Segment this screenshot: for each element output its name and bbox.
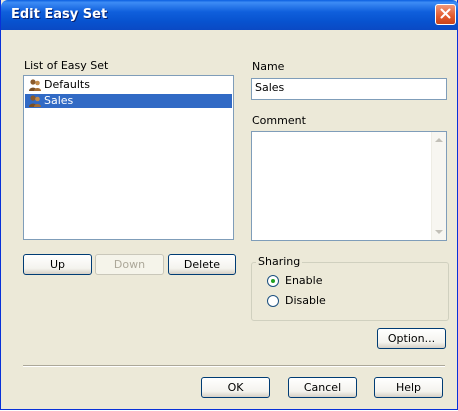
delete-button-label: Delete bbox=[183, 258, 221, 271]
disable-radio[interactable] bbox=[267, 295, 279, 307]
button-separator bbox=[23, 365, 445, 367]
scroll-up-arrow-icon[interactable] bbox=[435, 138, 443, 142]
list-item-label: Defaults bbox=[44, 78, 90, 91]
option-button-label: Option... bbox=[387, 332, 436, 345]
users-icon bbox=[28, 94, 42, 108]
easy-set-listbox[interactable]: Defaults Sales bbox=[23, 75, 234, 240]
name-input[interactable]: Sales bbox=[251, 78, 447, 100]
close-button[interactable] bbox=[435, 4, 456, 25]
option-button[interactable]: Option... bbox=[377, 328, 446, 349]
delete-button[interactable]: Delete bbox=[168, 254, 236, 275]
up-button[interactable]: Up bbox=[23, 254, 92, 275]
up-button-label: Up bbox=[49, 258, 66, 271]
list-item-label: Sales bbox=[44, 94, 74, 107]
enable-radio-label[interactable]: Enable bbox=[285, 274, 322, 287]
comment-textarea[interactable] bbox=[251, 131, 447, 241]
cancel-button[interactable]: Cancel bbox=[288, 377, 357, 398]
name-input-value: Sales bbox=[255, 81, 285, 94]
down-button[interactable]: Down bbox=[95, 254, 164, 275]
ok-button[interactable]: OK bbox=[201, 377, 270, 398]
comment-scrollbar[interactable] bbox=[431, 132, 446, 240]
scroll-down-arrow-icon[interactable] bbox=[435, 230, 443, 234]
list-item-defaults[interactable]: Defaults bbox=[25, 78, 232, 92]
users-icon bbox=[28, 78, 42, 92]
list-item-sales[interactable]: Sales bbox=[25, 94, 232, 108]
close-icon bbox=[440, 8, 451, 22]
help-button[interactable]: Help bbox=[374, 377, 443, 398]
help-button-label: Help bbox=[395, 381, 422, 394]
list-label: List of Easy Set bbox=[24, 59, 109, 72]
name-label: Name bbox=[252, 60, 285, 73]
enable-radio[interactable] bbox=[267, 275, 279, 287]
disable-radio-label[interactable]: Disable bbox=[285, 294, 326, 307]
sharing-legend: Sharing bbox=[256, 255, 303, 268]
window-title: Edit Easy Set bbox=[11, 7, 108, 22]
ok-button-label: OK bbox=[227, 381, 244, 394]
title-bar[interactable]: Edit Easy Set bbox=[1, 0, 458, 30]
down-button-label: Down bbox=[113, 258, 146, 271]
sharing-groupbox bbox=[251, 262, 449, 321]
comment-label: Comment bbox=[252, 114, 306, 127]
cancel-button-label: Cancel bbox=[303, 381, 342, 394]
